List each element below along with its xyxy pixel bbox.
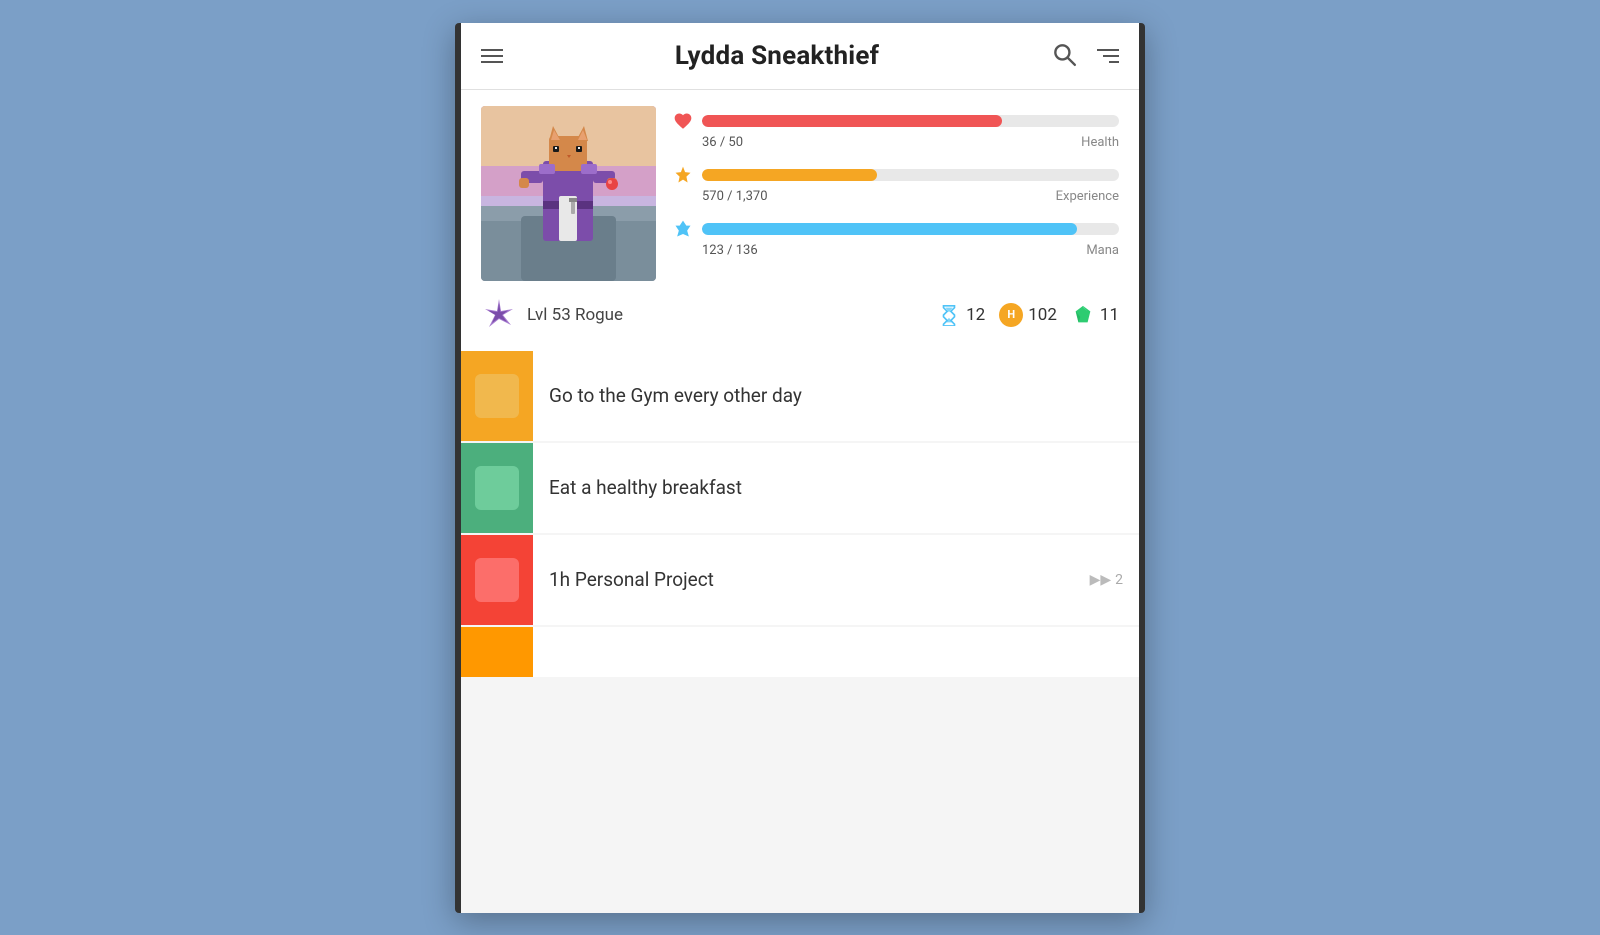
task-meta: ▶▶ 2: [1090, 535, 1139, 625]
task-content: Eat a healthy breakfast: [533, 443, 1139, 533]
mana-bar: [702, 223, 1119, 235]
task-color-bar: [461, 443, 533, 533]
rogue-class-icon: [481, 297, 517, 333]
mana-value: 123 / 136: [702, 243, 758, 258]
task-item[interactable]: 1h Personal Project ▶▶ 2: [461, 535, 1139, 625]
hourglass-icon: [937, 303, 961, 327]
mana-bar-fill: [702, 223, 1077, 235]
health-label: Health: [1081, 135, 1119, 150]
task-item[interactable]: Eat a healthy breakfast: [461, 443, 1139, 533]
hourglass-value: 12: [966, 305, 985, 325]
phone-frame: Lydda Sneakthief: [455, 23, 1145, 913]
task-color-bar: [461, 627, 533, 677]
gem-value: 11: [1100, 305, 1119, 325]
task-item[interactable]: [461, 627, 1139, 677]
menu-button[interactable]: [481, 49, 503, 63]
page-title: Lydda Sneakthief: [675, 41, 879, 71]
experience-label: Experience: [1056, 189, 1119, 204]
class-label: Lvl 53 Rogue: [527, 305, 623, 325]
task-list: Go to the Gym every other day Eat a heal…: [461, 351, 1139, 913]
mana-label: Mana: [1086, 243, 1119, 258]
currency-row: 12 H 102 11: [937, 303, 1119, 327]
gold-currency: H 102: [999, 303, 1057, 327]
task-title: Eat a healthy breakfast: [549, 476, 1123, 499]
search-button[interactable]: [1051, 41, 1077, 71]
mana-icon: [672, 218, 694, 240]
experience-bar-fill: [702, 169, 877, 181]
health-value: 36 / 50: [702, 135, 743, 150]
task-content: 1h Personal Project: [533, 535, 1090, 625]
health-bar-fill: [702, 115, 1002, 127]
task-title: 1h Personal Project: [549, 568, 1074, 591]
mana-stat: 123 / 136 Mana: [672, 218, 1119, 258]
experience-stat: 570 / 1,370 Experience: [672, 164, 1119, 204]
gold-value: 102: [1028, 305, 1057, 325]
gem-currency: 11: [1071, 303, 1119, 327]
experience-bar: [702, 169, 1119, 181]
experience-value: 570 / 1,370: [702, 189, 768, 204]
filter-button[interactable]: [1097, 49, 1119, 63]
character-stats: 36 / 50 Health: [672, 106, 1119, 258]
streak-count: 2: [1115, 572, 1123, 588]
gem-icon: [1071, 303, 1095, 327]
header-icons: [1051, 41, 1119, 71]
character-class: Lvl 53 Rogue: [481, 297, 623, 333]
task-icon-placeholder: [475, 558, 519, 602]
streak-arrows-icon: ▶▶: [1090, 572, 1112, 588]
task-title: Go to the Gym every other day: [549, 384, 1123, 407]
task-icon-placeholder: [475, 374, 519, 418]
header: Lydda Sneakthief: [461, 23, 1139, 90]
task-item[interactable]: Go to the Gym every other day: [461, 351, 1139, 441]
character-section: 36 / 50 Health: [461, 90, 1139, 351]
character-bottom: Lvl 53 Rogue 12 H: [481, 291, 1119, 339]
task-content: [533, 627, 1139, 677]
experience-icon: [672, 164, 694, 186]
character-top: 36 / 50 Health: [481, 106, 1119, 281]
character-avatar: [481, 106, 656, 281]
coin-icon: H: [999, 303, 1023, 327]
task-content: Go to the Gym every other day: [533, 351, 1139, 441]
health-bar: [702, 115, 1119, 127]
task-color-bar: [461, 351, 533, 441]
health-stat: 36 / 50 Health: [672, 110, 1119, 150]
hourglass-currency: 12: [937, 303, 985, 327]
health-icon: [672, 110, 694, 132]
task-color-bar: [461, 535, 533, 625]
task-icon-placeholder: [475, 466, 519, 510]
